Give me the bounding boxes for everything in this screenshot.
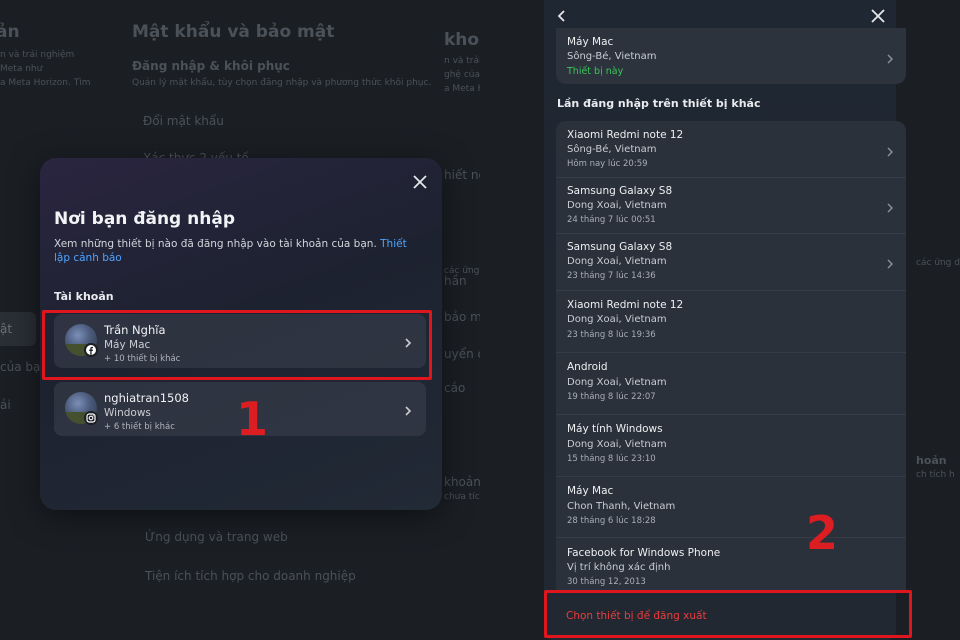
bg-peek-text: n và trải nghiệm xyxy=(444,56,480,66)
modal-title: Nơi bạn đăng nhập xyxy=(54,209,235,229)
device-row[interactable]: Facebook for Windows Phone Vị trí không … xyxy=(556,538,906,592)
bg-peek-text: hoản xyxy=(916,454,947,467)
bg-peek-text: các ứng dụ xyxy=(916,258,960,268)
bg-left-edge-line: Meta như xyxy=(0,64,43,74)
device-row[interactable]: Máy Mac Chon Thanh, Vietnam 28 tháng 6 l… xyxy=(556,477,906,538)
bg-peek-text: ch tích h xyxy=(916,470,955,480)
bg-peek-text: ghệ của Meta xyxy=(444,70,480,80)
device-name: Máy Mac xyxy=(567,485,614,497)
device-row[interactable]: Xiaomi Redmi note 12 Dong Xoai, Vietnam … xyxy=(556,291,906,353)
bg-peek-text: khoản xyxy=(444,475,480,489)
device-row[interactable]: Android Dong Xoai, Vietnam 19 tháng 8 lú… xyxy=(556,353,906,415)
close-icon[interactable] xyxy=(410,172,430,192)
bg-sidebar-label: ải xyxy=(0,398,11,412)
accounts-section-title: Tài khoản xyxy=(54,290,114,303)
device-time: 30 tháng 12, 2013 xyxy=(567,577,646,587)
device-time: 24 tháng 7 lúc 00:51 xyxy=(567,215,656,225)
bg-apps-websites[interactable]: Ứng dụng và trang web xyxy=(145,530,288,544)
device-name: Xiaomi Redmi note 12 xyxy=(567,129,684,141)
device-location: Sông-Bé, Vietnam xyxy=(567,144,657,155)
chevron-right-icon xyxy=(886,143,894,162)
device-name: Android xyxy=(567,361,608,373)
left-screenshot: Mật khẩu và bảo mật Đăng nhập & khôi phụ… xyxy=(0,0,480,640)
device-location: Dong Xoai, Vietnam xyxy=(567,377,667,388)
this-device-label: Thiết bị này xyxy=(567,66,624,77)
device-name: Xiaomi Redmi note 12 xyxy=(567,299,684,311)
device-time: Hôm nay lúc 20:59 xyxy=(567,159,648,169)
chevron-right-icon xyxy=(886,255,894,274)
bg-peek-text: uyển của bạn xyxy=(444,347,480,361)
step-number-2: 2 xyxy=(806,506,839,560)
account-more-devices: + 6 thiết bị khác xyxy=(104,422,175,432)
chevron-right-icon xyxy=(886,199,894,218)
device-location: Chon Thanh, Vietnam xyxy=(567,501,676,512)
bg-peek-text: chưa tích h xyxy=(444,492,480,502)
bg-left-edge-line: a Meta Horizon. Tìm xyxy=(0,78,91,88)
bg-peek-heading: khoản xyxy=(444,30,480,50)
chevron-right-icon xyxy=(404,402,412,421)
device-time: 28 tháng 6 lúc 18:28 xyxy=(567,516,656,526)
bg-left-edge-heading: ản xyxy=(0,22,20,42)
devices-panel: Máy Mac Sông-Bé, Vietnam Thiết bị này Lầ… xyxy=(544,0,906,640)
device-location: Dong Xoai, Vietnam xyxy=(567,256,667,267)
device-row[interactable]: Samsung Galaxy S8 Dong Xoai, Vietnam 24 … xyxy=(556,178,906,234)
device-row[interactable]: Samsung Galaxy S8 Dong Xoai, Vietnam 23 … xyxy=(556,234,906,291)
device-time: 19 tháng 8 lúc 22:07 xyxy=(567,392,656,402)
device-name: Máy Mac xyxy=(567,36,614,48)
device-name: Facebook for Windows Phone xyxy=(567,547,721,559)
bg-peek-text: a Meta Horizon xyxy=(444,84,480,94)
back-arrow-icon[interactable] xyxy=(552,6,572,26)
device-time: 23 tháng 8 lúc 19:36 xyxy=(567,330,656,340)
bg-sidebar-label: ật xyxy=(0,322,13,336)
bg-change-password[interactable]: Đổi mật khẩu xyxy=(143,114,224,128)
bg-left-edge-line: n và trải nghiệm xyxy=(0,50,75,60)
highlight-box-step-1 xyxy=(42,310,432,380)
device-location: Dong Xoai, Vietnam xyxy=(567,200,667,211)
bg-peek-text: cáo xyxy=(444,381,466,395)
device-location: Dong Xoai, Vietnam xyxy=(567,314,667,325)
device-location: Dong Xoai, Vietnam xyxy=(567,439,667,450)
right-screenshot: hoản ch tích h các ứng dụ Máy Mac Sông-B… xyxy=(480,0,960,640)
device-time: 23 tháng 7 lúc 14:36 xyxy=(567,271,656,281)
modal-description-text: Xem những thiết bị nào đã đăng nhập vào … xyxy=(54,238,377,250)
close-icon[interactable] xyxy=(868,6,888,26)
device-name: Máy tính Windows xyxy=(567,423,663,435)
device-list: Xiaomi Redmi note 12 Sông-Bé, Vietnam Hô… xyxy=(556,121,906,592)
other-devices-section-title: Lần đăng nhập trên thiết bị khác xyxy=(557,97,761,110)
highlight-box-step-2 xyxy=(544,590,912,638)
chevron-right-icon xyxy=(886,50,894,69)
bg-subdesc: Quản lý mật khẩu, tùy chọn đăng nhập và … xyxy=(132,78,432,88)
bg-page-heading: Mật khẩu và bảo mật xyxy=(132,22,335,42)
account-name: nghiatran1508 xyxy=(104,391,189,405)
step-number-1: 1 xyxy=(236,392,269,446)
device-row[interactable]: Máy tính Windows Dong Xoai, Vietnam 15 t… xyxy=(556,415,906,477)
device-name: Samsung Galaxy S8 xyxy=(567,185,673,197)
bg-peek-text: bảo mật xyxy=(444,310,480,324)
bg-business-integrations[interactable]: Tiện ích tích hợp cho doanh nghiệp xyxy=(145,569,356,583)
device-name: Samsung Galaxy S8 xyxy=(567,241,673,253)
bg-peek-text: hần xyxy=(444,274,467,288)
instagram-icon xyxy=(84,411,98,425)
device-row[interactable]: Xiaomi Redmi note 12 Sông-Bé, Vietnam Hô… xyxy=(556,121,906,178)
bg-subheading: Đăng nhập & khôi phục xyxy=(132,59,290,73)
device-time: 15 tháng 8 lúc 23:10 xyxy=(567,454,656,464)
modal-description: Xem những thiết bị nào đã đăng nhập vào … xyxy=(54,237,426,265)
device-location: Sông-Bé, Vietnam xyxy=(567,51,657,62)
account-device: Windows xyxy=(104,407,151,419)
bg-peek-text: hiết nối xyxy=(444,168,480,182)
device-location: Vị trí không xác định xyxy=(567,562,671,573)
current-device-card[interactable]: Máy Mac Sông-Bé, Vietnam Thiết bị này xyxy=(556,28,906,84)
